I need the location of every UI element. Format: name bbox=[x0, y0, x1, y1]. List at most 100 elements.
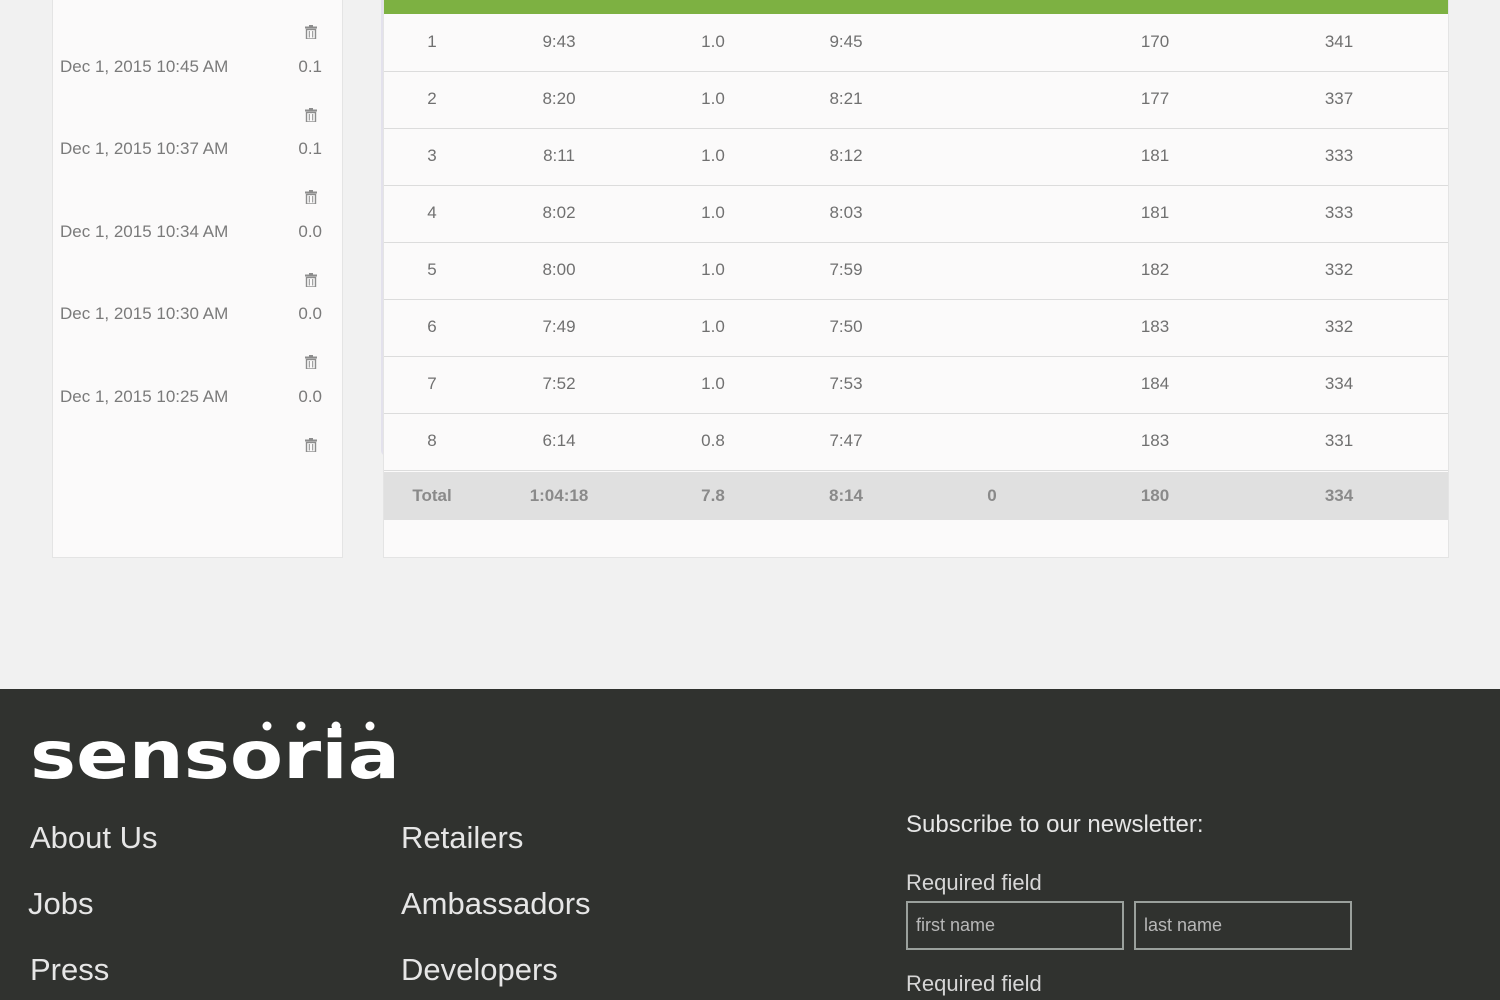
activity-value: 0.0 bbox=[298, 222, 322, 241]
split-pace: 9:45 bbox=[829, 32, 863, 51]
total-contact-time: 334 bbox=[1324, 486, 1354, 505]
trash-icon[interactable] bbox=[305, 355, 317, 369]
split-cadence: 184 bbox=[1140, 374, 1170, 393]
sensoria-logo[interactable]: sensoria bbox=[30, 720, 410, 782]
split-number: 7 bbox=[427, 374, 437, 393]
split-contact-time: 331 bbox=[1324, 431, 1354, 450]
total-pace: 8:14 bbox=[828, 486, 864, 505]
activity-value: 0.1 bbox=[298, 57, 322, 76]
activity-item[interactable]: Dec 1, 2015 10:34 AM 0.0 bbox=[60, 220, 322, 244]
split-time: 8:20 bbox=[542, 89, 576, 108]
split-time: 8:00 bbox=[542, 260, 576, 279]
split-cadence: 181 bbox=[1140, 146, 1170, 165]
table-total-row: Total 1:04:18 7.8 8:14 0 180 334 bbox=[384, 472, 1448, 520]
table-row: 6 7:49 1.0 7:50 183 332 bbox=[384, 300, 1448, 357]
footer-link-developers[interactable]: Developers bbox=[401, 952, 558, 988]
table-row: 2 8:20 1.0 8:21 177 337 bbox=[384, 72, 1448, 129]
required-field-label: Required field bbox=[906, 870, 1042, 895]
split-time: 6:14 bbox=[542, 431, 576, 450]
activity-item[interactable]: Dec 1, 2015 10:25 AM 0.0 bbox=[60, 385, 322, 409]
trash-icon[interactable] bbox=[305, 438, 317, 452]
table-header-bar bbox=[384, 0, 1448, 14]
total-cadence: 180 bbox=[1140, 486, 1170, 505]
split-distance: 1.0 bbox=[701, 146, 725, 165]
split-contact-time: 333 bbox=[1324, 146, 1354, 165]
total-label: Total bbox=[412, 486, 452, 505]
split-cadence: 177 bbox=[1140, 89, 1170, 108]
split-cadence: 170 bbox=[1140, 32, 1170, 51]
trash-icon[interactable] bbox=[305, 190, 317, 204]
activity-value: 0.1 bbox=[298, 139, 322, 158]
newsletter-title: Subscribe to our newsletter: bbox=[906, 811, 1204, 838]
table-row: 4 8:02 1.0 8:03 181 333 bbox=[384, 186, 1448, 243]
activity-date: Dec 1, 2015 10:30 AM bbox=[60, 304, 229, 323]
activity-item[interactable]: Dec 1, 2015 10:37 AM 0.1 bbox=[60, 137, 322, 161]
total-time: 1:04:18 bbox=[529, 486, 589, 505]
split-contact-time: 333 bbox=[1324, 203, 1354, 222]
activity-date: Dec 1, 2015 10:34 AM bbox=[60, 222, 229, 241]
first-name-field[interactable] bbox=[906, 901, 1124, 950]
activity-date: Dec 1, 2015 10:45 AM bbox=[60, 57, 229, 76]
split-distance: 1.0 bbox=[701, 203, 725, 222]
split-pace: 7:53 bbox=[829, 374, 863, 393]
logo-text: sensoria bbox=[30, 720, 400, 782]
split-number: 6 bbox=[427, 317, 437, 336]
total-distance: 7.8 bbox=[701, 486, 725, 505]
footer-link-about-us[interactable]: About Us bbox=[30, 820, 158, 856]
site-footer: sensoria About Us Jobs Press Retailers A… bbox=[0, 689, 1500, 1000]
split-cadence: 183 bbox=[1140, 317, 1170, 336]
split-number: 5 bbox=[427, 260, 437, 279]
split-distance: 0.8 bbox=[701, 431, 725, 450]
split-number: 1 bbox=[427, 32, 437, 51]
split-time: 7:52 bbox=[542, 374, 576, 393]
activity-value: 0.0 bbox=[298, 304, 322, 323]
required-field-label: Required field bbox=[906, 971, 1042, 996]
footer-link-ambassadors[interactable]: Ambassadors bbox=[401, 886, 591, 922]
trash-icon[interactable] bbox=[305, 273, 317, 287]
split-pace: 8:12 bbox=[829, 146, 863, 165]
trash-icon[interactable] bbox=[305, 108, 317, 122]
table-row: 8 6:14 0.8 7:47 183 331 bbox=[384, 414, 1448, 471]
table-row: 5 8:00 1.0 7:59 182 332 bbox=[384, 243, 1448, 300]
splits-table: 1 9:43 1.0 9:45 170 341 2 8:20 1.0 8:21 … bbox=[383, 0, 1449, 558]
split-distance: 1.0 bbox=[701, 89, 725, 108]
split-contact-time: 341 bbox=[1324, 32, 1354, 51]
total-elevation: 0 bbox=[987, 486, 997, 505]
split-time: 8:11 bbox=[543, 146, 575, 165]
split-distance: 1.0 bbox=[701, 374, 725, 393]
activity-item[interactable]: Dec 1, 2015 10:30 AM 0.0 bbox=[60, 302, 322, 326]
split-cadence: 182 bbox=[1140, 260, 1170, 279]
split-pace: 7:47 bbox=[829, 431, 863, 450]
activity-list-panel: Dec 1, 2015 10:45 AM 0.1 Dec 1, 2015 10:… bbox=[52, 0, 392, 558]
split-number: 3 bbox=[427, 146, 437, 165]
table-row: 3 8:11 1.0 8:12 181 333 bbox=[384, 129, 1448, 186]
split-time: 8:02 bbox=[542, 203, 576, 222]
trash-icon[interactable] bbox=[305, 25, 317, 39]
activity-date: Dec 1, 2015 10:37 AM bbox=[60, 139, 229, 158]
split-pace: 8:21 bbox=[829, 89, 863, 108]
footer-link-jobs[interactable]: Jobs bbox=[28, 886, 93, 922]
split-time: 9:43 bbox=[542, 32, 576, 51]
split-contact-time: 334 bbox=[1324, 374, 1354, 393]
split-cadence: 183 bbox=[1140, 431, 1170, 450]
split-contact-time: 337 bbox=[1324, 89, 1354, 108]
activity-date: Dec 1, 2015 10:25 AM bbox=[60, 387, 229, 406]
split-distance: 1.0 bbox=[701, 260, 725, 279]
split-distance: 1.0 bbox=[701, 317, 725, 336]
split-cadence: 181 bbox=[1140, 203, 1170, 222]
split-time: 7:49 bbox=[542, 317, 576, 336]
split-distance: 1.0 bbox=[701, 32, 725, 51]
last-name-field[interactable] bbox=[1134, 901, 1352, 950]
split-number: 8 bbox=[427, 431, 437, 450]
split-contact-time: 332 bbox=[1324, 317, 1354, 336]
split-pace: 8:03 bbox=[829, 203, 863, 222]
activity-item[interactable]: Dec 1, 2015 10:45 AM 0.1 bbox=[60, 55, 322, 79]
activity-value: 0.0 bbox=[298, 387, 322, 406]
split-pace: 7:59 bbox=[829, 260, 863, 279]
split-number: 4 bbox=[427, 203, 437, 222]
split-contact-time: 332 bbox=[1324, 260, 1354, 279]
footer-link-retailers[interactable]: Retailers bbox=[401, 820, 523, 856]
footer-link-press[interactable]: Press bbox=[30, 952, 109, 988]
table-row: 7 7:52 1.0 7:53 184 334 bbox=[384, 357, 1448, 414]
split-pace: 7:50 bbox=[829, 317, 863, 336]
